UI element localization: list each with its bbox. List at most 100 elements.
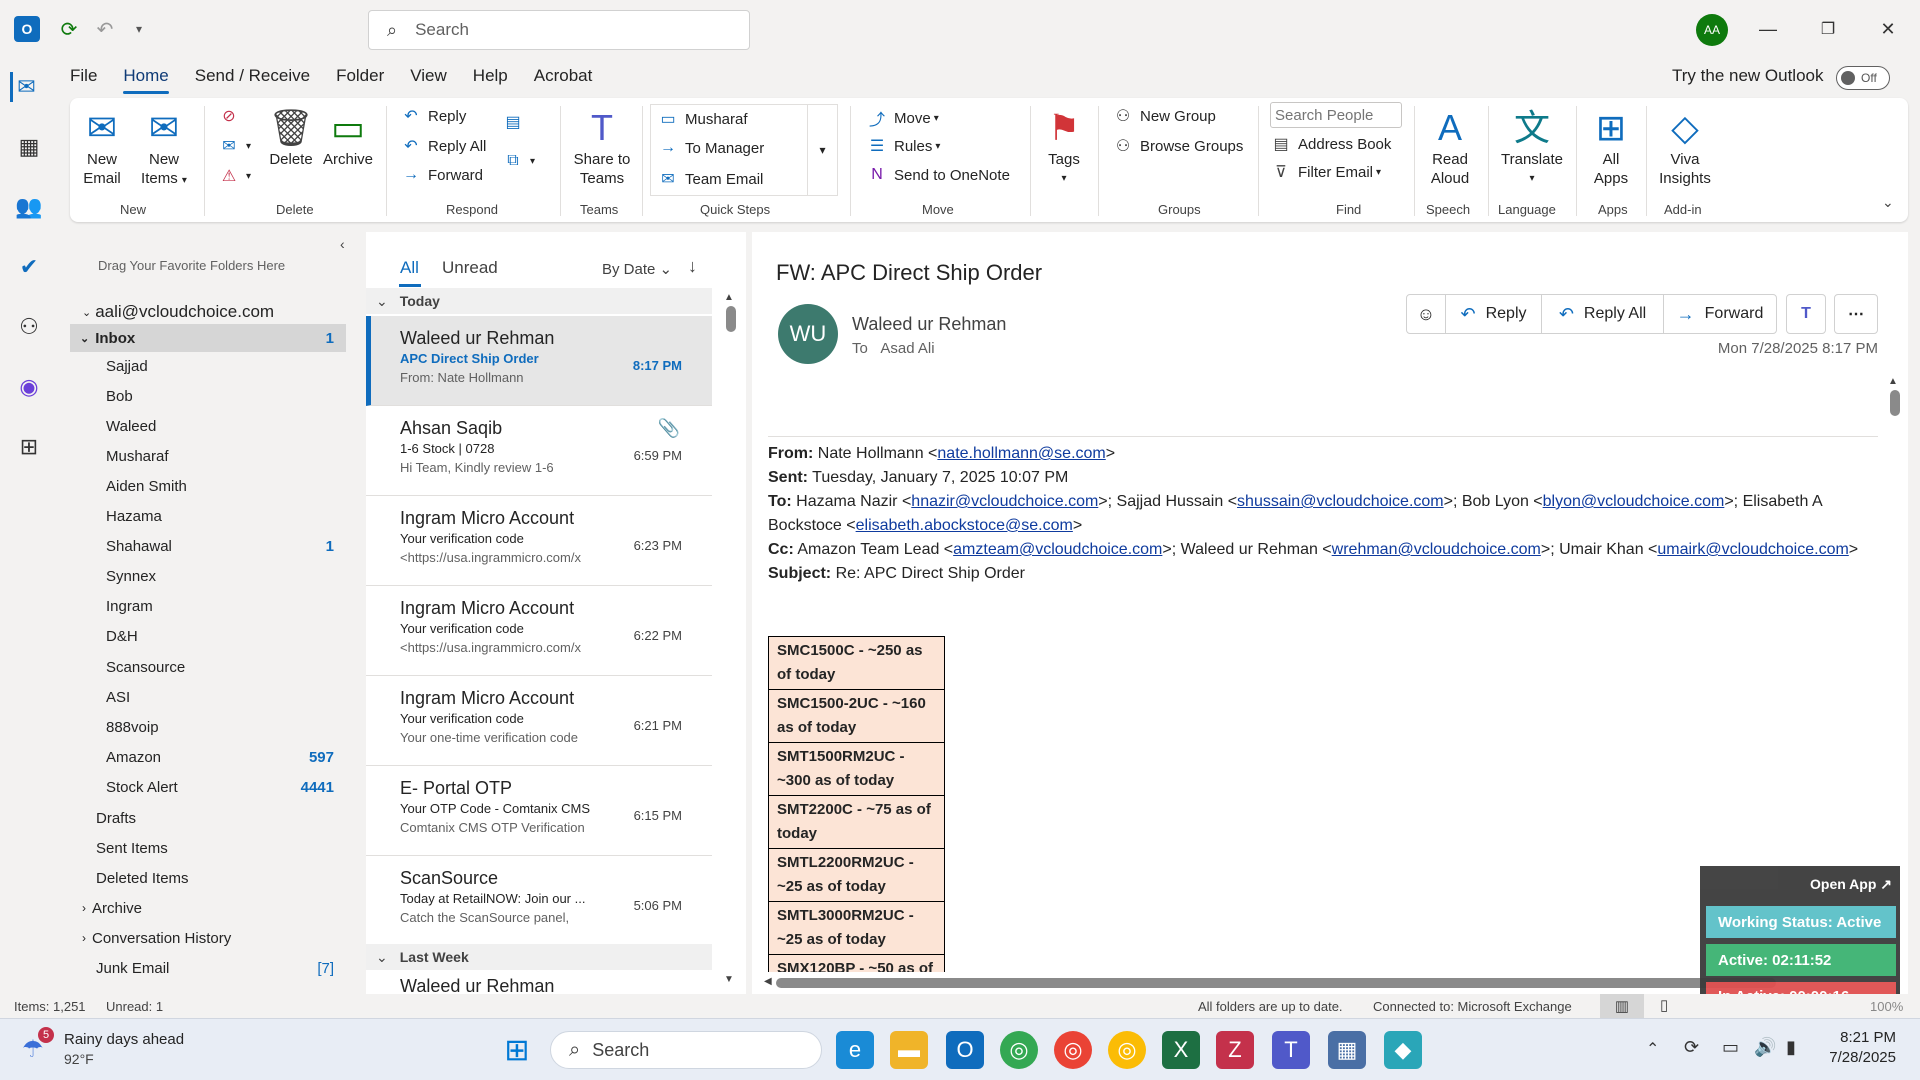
sync-icon[interactable]: ⟳ — [56, 16, 82, 42]
new-outlook-toggle[interactable]: Off — [1836, 66, 1890, 90]
forward-button[interactable]: → Forward — [400, 166, 483, 184]
email-link[interactable]: amzteam@vcloudchoice.com — [953, 541, 1162, 558]
org-icon[interactable]: ⚇ — [14, 312, 44, 342]
zoom-icon[interactable]: Z — [1216, 1031, 1254, 1069]
reply-all-action-button[interactable]: ↶ Reply All — [1541, 294, 1664, 334]
outlook-taskbar-icon[interactable]: O — [946, 1031, 984, 1069]
list-item[interactable]: Ingram Micro Account Your verification co… — [366, 586, 712, 676]
folder-item[interactable]: Junk Email [7] — [70, 955, 346, 983]
folder-item[interactable]: Waleed — [70, 412, 346, 440]
open-app-link[interactable]: Open App ↗ — [1810, 876, 1892, 893]
collapse-pane-icon[interactable]: ‹ — [340, 236, 345, 252]
app-icon[interactable]: ◆ — [1384, 1031, 1422, 1069]
move-button[interactable]: ⤴ Move ▾ — [866, 106, 939, 130]
undo-icon[interactable]: ↶ — [92, 16, 118, 42]
folder-inbox[interactable]: ⌄ Inbox 1 — [70, 324, 346, 352]
rules-button[interactable]: ☰ Rules ▾ — [866, 136, 941, 156]
edge-icon[interactable]: e — [836, 1031, 874, 1069]
junk-button[interactable]: ⚠ ▾ — [218, 166, 251, 186]
folder-item[interactable]: Aiden Smith — [70, 472, 346, 500]
new-items-button[interactable]: ✉ New Items ▾ — [134, 106, 194, 190]
folder-item[interactable]: Deleted Items — [70, 864, 346, 892]
new-group-button[interactable]: ⚇ New Group — [1112, 106, 1216, 126]
restore-icon[interactable]: ❐ — [1810, 12, 1846, 46]
scroll-down-icon[interactable]: ▼ — [724, 974, 734, 985]
start-icon[interactable]: ⊞ — [498, 1031, 536, 1069]
filter-email-button[interactable]: ⊽ Filter Email ▾ — [1270, 162, 1381, 182]
folder-item[interactable]: Synnex — [70, 563, 346, 591]
calendar-icon[interactable]: ▦ — [14, 132, 44, 162]
horizontal-scrollbar-thumb[interactable] — [776, 978, 1776, 988]
search-people-input[interactable] — [1270, 102, 1402, 128]
account-header[interactable]: ⌄ aali@vcloudchoice.com — [70, 298, 346, 326]
copilot-icon[interactable]: ◉ — [14, 372, 44, 402]
tab-view[interactable]: View — [410, 66, 447, 92]
mail-icon[interactable]: ✉ — [10, 72, 40, 102]
folder-item[interactable]: Musharaf — [70, 442, 346, 470]
tab-home[interactable]: Home — [123, 66, 170, 94]
sort-direction-icon[interactable]: ↓ — [688, 256, 697, 277]
scroll-up-icon[interactable]: ▲ — [724, 292, 734, 303]
folder-item[interactable]: Hazama — [70, 503, 346, 531]
sync-tray-icon[interactable]: ⟳ — [1684, 1037, 1699, 1058]
folder-item[interactable]: Sajjad — [70, 352, 346, 380]
customize-toolbar-icon[interactable]: ▾ — [126, 16, 152, 42]
volume-icon[interactable]: 🔊 — [1754, 1037, 1776, 1058]
email-link[interactable]: blyon@vcloudchoice.com — [1543, 493, 1725, 510]
tags-button[interactable]: ⚑ Tags ▾ — [1040, 106, 1088, 188]
folder-item[interactable]: D&H — [70, 623, 346, 651]
filter-all[interactable]: All — [400, 258, 419, 278]
folder-item[interactable]: › Archive — [70, 894, 346, 922]
apps-icon[interactable]: ⊞ — [14, 432, 44, 462]
teams-taskbar-icon[interactable]: T — [1272, 1031, 1310, 1069]
folder-item[interactable]: Drafts — [70, 804, 346, 832]
address-book-button[interactable]: ▤ Address Book — [1270, 134, 1391, 154]
list-item[interactable]: 📎 Ahsan Saqib 1-6 Stock | 0728 Hi Team, Kin… — [366, 406, 712, 496]
tab-send-receive[interactable]: Send / Receive — [195, 66, 310, 92]
sender-name[interactable]: Waleed ur Rehman — [852, 314, 1006, 335]
reply-button[interactable]: ↶ Reply — [400, 106, 466, 126]
share-to-teams-button[interactable]: T Share to Teams — [570, 106, 634, 188]
folder-item[interactable]: Ingram — [70, 593, 346, 621]
list-item[interactable]: Waleed ur Rehman APC Direct Ship Order Fro… — [366, 316, 712, 406]
read-aloud-button[interactable]: A Read Aloud — [1420, 106, 1480, 188]
folder-item[interactable]: Sent Items — [70, 834, 346, 862]
avatar[interactable]: AA — [1696, 14, 1728, 46]
close-icon[interactable]: ✕ — [1870, 12, 1906, 46]
chrome-icon[interactable]: ◎ — [1000, 1031, 1038, 1069]
chrome-alt-icon[interactable]: ◎ — [1108, 1031, 1146, 1069]
group-header-last-week[interactable]: ⌄ Last Week — [366, 944, 712, 970]
group-header-today[interactable]: ⌄ Today — [366, 288, 712, 314]
teams-share-button[interactable]: T — [1786, 294, 1826, 334]
scroll-left-icon[interactable]: ◀ — [764, 976, 772, 987]
reply-all-button[interactable]: ↶ Reply All — [400, 136, 486, 156]
react-button[interactable]: ☺ — [1406, 294, 1446, 334]
quickstep-team-email[interactable]: ✉ Team Email — [657, 169, 763, 189]
email-link[interactable]: elisabeth.abockstoce@se.com — [856, 517, 1073, 534]
list-item[interactable]: Ingram Micro Account Your verification co… — [366, 496, 712, 586]
list-scrollbar-thumb[interactable] — [726, 306, 736, 332]
tab-file[interactable]: File — [70, 66, 97, 92]
email-link[interactable]: umairk@vcloudchoice.com — [1657, 541, 1848, 558]
people-icon[interactable]: 👥 — [14, 192, 44, 222]
quickstep-to-manager[interactable]: → To Manager — [657, 139, 764, 157]
folder-item[interactable]: Shahawal 1 — [70, 533, 346, 561]
normal-view-icon[interactable]: ▥ — [1600, 994, 1644, 1018]
list-item[interactable]: E- Portal OTP Your OTP Code - Comtanix CM… — [366, 766, 712, 856]
tab-acrobat[interactable]: Acrobat — [534, 66, 593, 92]
battery-icon[interactable]: ▮ — [1786, 1037, 1796, 1058]
tab-help[interactable]: Help — [473, 66, 508, 92]
reply-action-button[interactable]: ↶ Reply — [1445, 294, 1542, 334]
meeting-button[interactable]: ▤ — [502, 112, 530, 132]
more-respond-button[interactable]: ⧉ ▾ — [502, 152, 535, 170]
new-email-button[interactable]: ✉ New Email — [76, 106, 128, 188]
ignore-button[interactable]: ⊘ — [218, 106, 246, 126]
from-email-link[interactable]: nate.hollmann@se.com — [937, 445, 1105, 462]
weather-title[interactable]: Rainy days ahead — [64, 1031, 184, 1048]
show-hidden-icons[interactable]: ⌃ — [1646, 1039, 1659, 1059]
clock[interactable]: 8:21 PM 7/28/2025 — [1829, 1029, 1896, 1066]
quickstep-musharaf[interactable]: ▭ Musharaf — [657, 109, 747, 129]
email-link[interactable]: wrehman@vcloudchoice.com — [1332, 541, 1541, 558]
tab-folder[interactable]: Folder — [336, 66, 384, 92]
network-icon[interactable]: ▭ — [1722, 1037, 1739, 1058]
